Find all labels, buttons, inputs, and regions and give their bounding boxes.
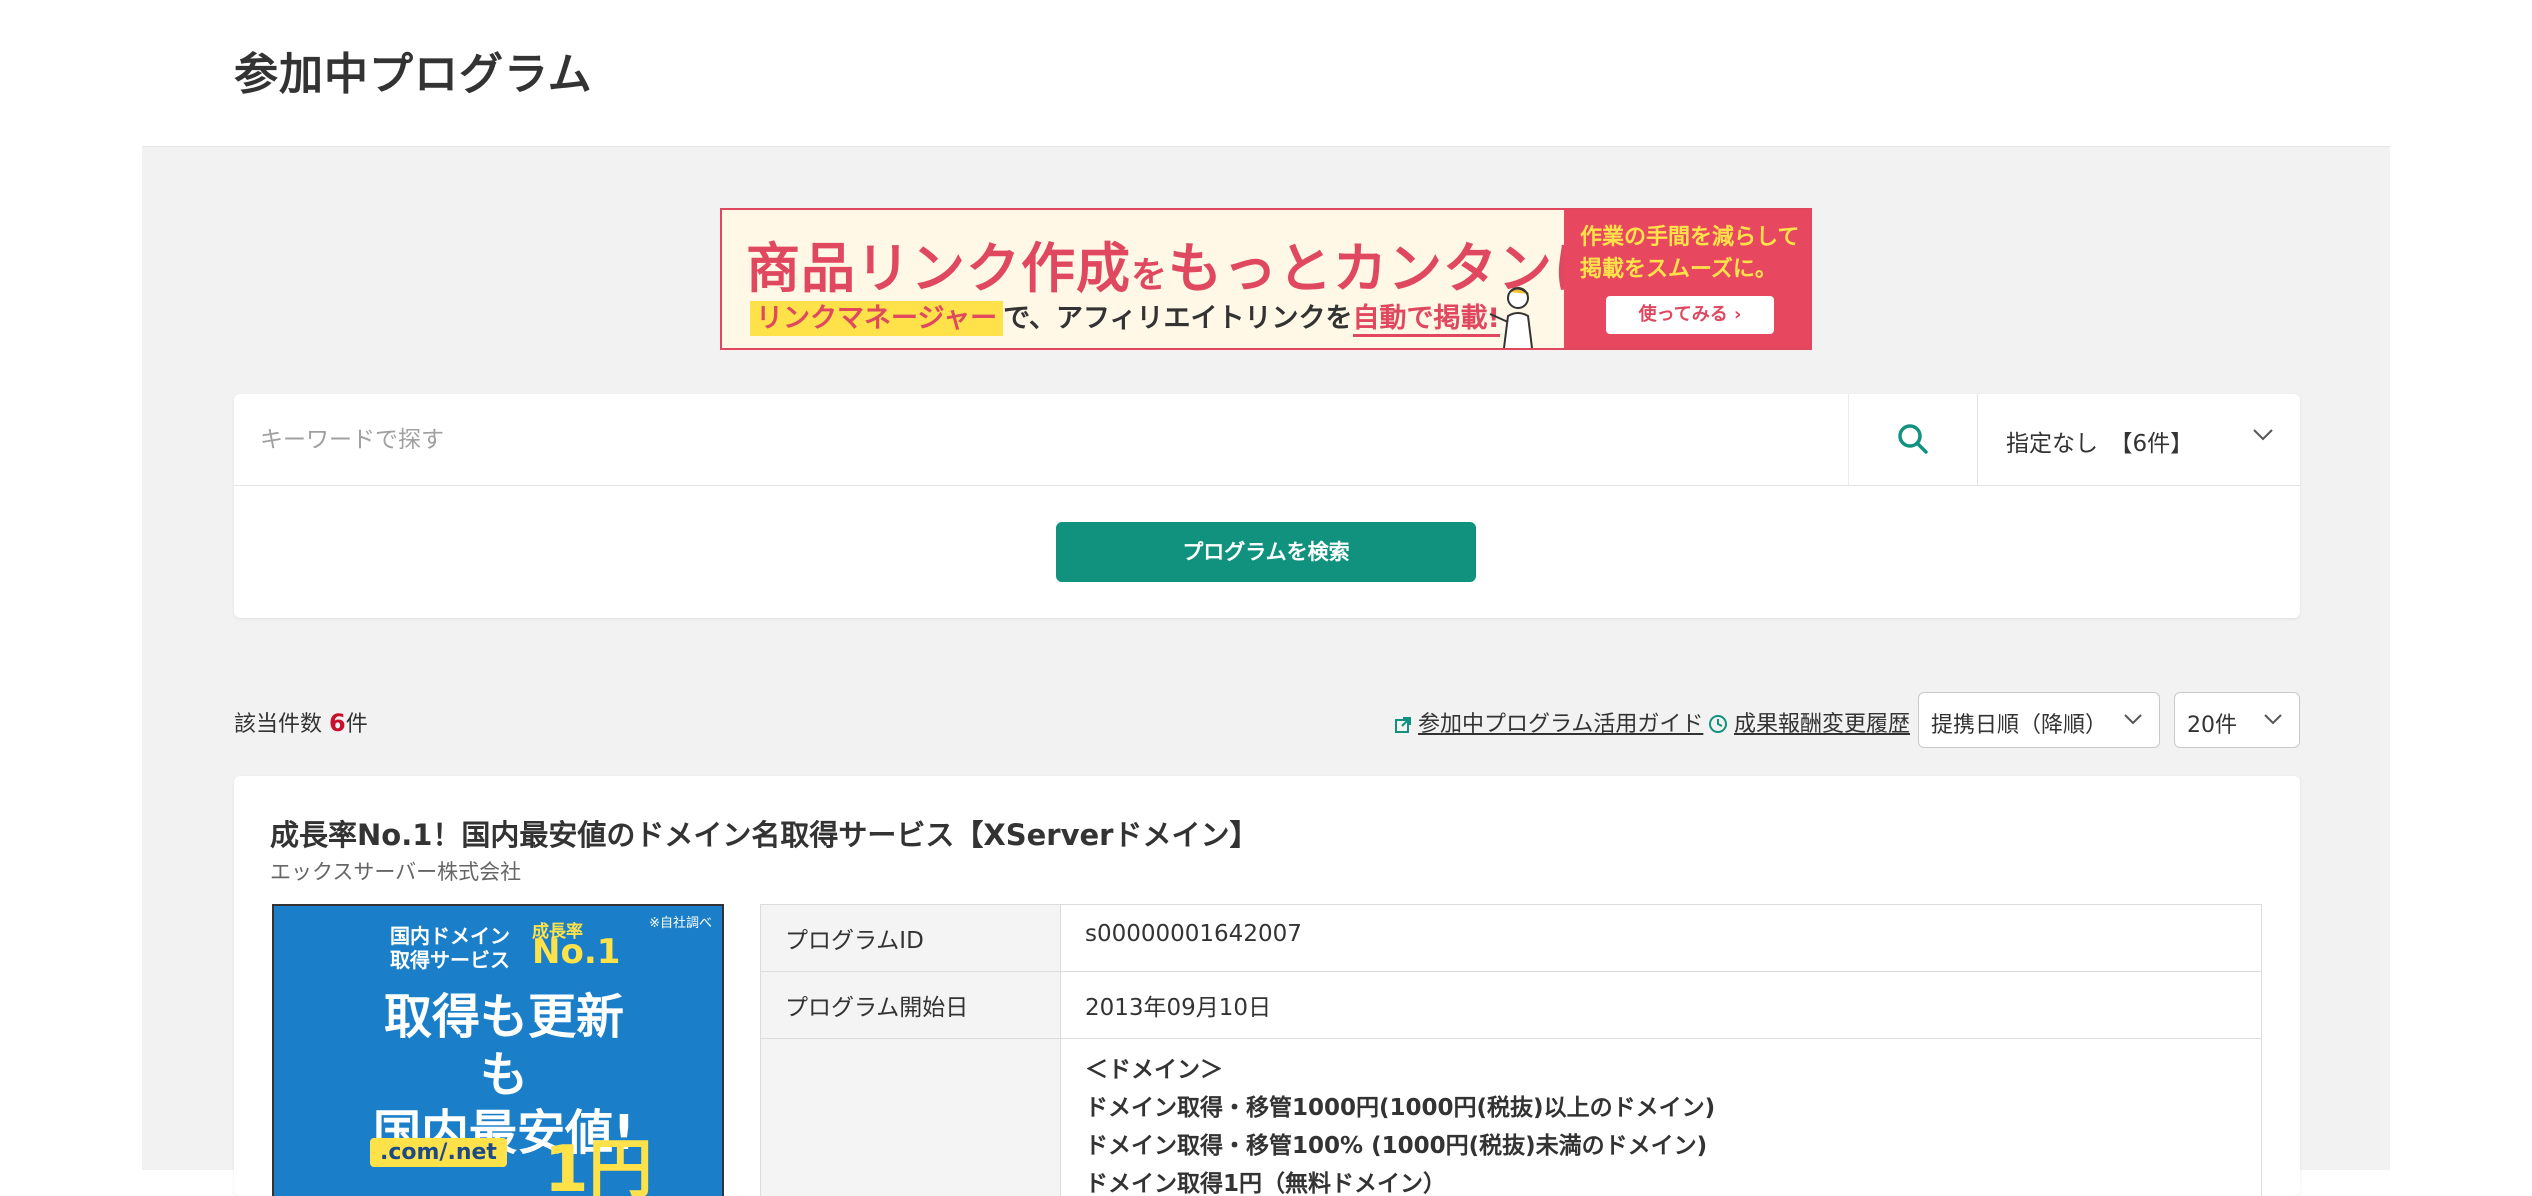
image-caption: 国内ドメイン 取得サービス xyxy=(390,924,510,972)
banner-try-button[interactable]: 使ってみる › xyxy=(1606,296,1774,334)
program-filter-select[interactable]: 指定なし 【6件】 xyxy=(1978,394,2300,486)
sort-order-select[interactable]: 提携日順（降順） xyxy=(1918,692,2160,748)
link-manager-banner[interactable]: 商品リンク作成をもっとカンタンに! リンクマネージャーで、アフィリエイトリンクを… xyxy=(720,208,1812,350)
chevron-down-icon xyxy=(2123,713,2143,727)
table-row: ＜ドメイン＞ ドメイン取得・移管1000円(1000円(税抜)以上のドメイン) … xyxy=(761,1039,2262,1196)
banner-subtext: リンクマネージャーで、アフィリエイトリンクを自動で掲載! xyxy=(750,296,1500,335)
chevron-down-icon xyxy=(2252,428,2274,442)
program-start-date-value: 2013年09月10日 xyxy=(1061,972,2262,1039)
image-price: 1円 xyxy=(544,1118,653,1196)
page-title: 参加中プログラム xyxy=(234,38,593,102)
row-label: プログラムID xyxy=(761,905,1061,972)
row-label xyxy=(761,1039,1061,1196)
banner-right-text: 作業の手間を減らして 掲載をスムーズに。 xyxy=(1580,222,1799,286)
page-header: 参加中プログラム xyxy=(0,0,2532,146)
reward-details-value: ＜ドメイン＞ ドメイン取得・移管1000円(1000円(税抜)以上のドメイン) … xyxy=(1061,1039,2262,1196)
per-page-select[interactable]: 20件 xyxy=(2174,692,2300,748)
reward-history-link[interactable]: 成果報酬変更履歴 xyxy=(1708,706,1910,738)
table-row: プログラム開始日 2013年09月10日 xyxy=(761,972,2262,1039)
search-card: 指定なし 【6件】 プログラムを検索 xyxy=(234,394,2300,618)
search-row: 指定なし 【6件】 xyxy=(234,394,2300,486)
program-details-table: プログラムID s00000001642007 プログラム開始日 2013年09… xyxy=(760,904,2262,1196)
program-card: 成長率No.1！国内最安値のドメイン名取得サービス【XServerドメイン】 エ… xyxy=(234,776,2300,1196)
result-count: 該当件数 6件 xyxy=(234,706,368,738)
row-label: プログラム開始日 xyxy=(761,972,1061,1039)
image-note: ※自社調べ xyxy=(649,912,712,931)
program-company: エックスサーバー株式会社 xyxy=(270,856,521,886)
external-link-icon xyxy=(1394,716,1412,734)
filter-selected-value: 指定なし 【6件】 xyxy=(2006,424,2193,458)
program-title[interactable]: 成長率No.1！国内最安値のドメイン名取得サービス【XServerドメイン】 xyxy=(270,812,1258,854)
banner-left: 商品リンク作成をもっとカンタンに! リンクマネージャーで、アフィリエイトリンクを… xyxy=(722,210,1564,348)
search-icon xyxy=(1895,421,1931,457)
person-illustration-icon xyxy=(1482,284,1542,348)
image-no1-badge: 成長率 No.1 xyxy=(532,922,620,962)
program-search-button[interactable]: プログラムを検索 xyxy=(1056,522,1476,582)
chevron-down-icon xyxy=(2263,713,2283,727)
banner-right-panel: 作業の手間を減らして 掲載をスムーズに。 使ってみる › xyxy=(1564,210,1812,348)
program-banner-image[interactable]: 国内ドメイン 取得サービス 成長率 No.1 ※自社調べ 取得も更新も 国内最安… xyxy=(272,904,724,1196)
program-guide-link[interactable]: 参加中プログラム活用ガイド xyxy=(1394,706,1703,738)
table-row: プログラムID s00000001642007 xyxy=(761,905,2262,972)
clock-icon xyxy=(1708,714,1728,734)
search-button[interactable] xyxy=(1848,394,1978,486)
program-id-value: s00000001642007 xyxy=(1061,905,2262,972)
keyword-search-input[interactable] xyxy=(234,394,1848,486)
image-tld-label: .com/.net xyxy=(370,1138,507,1167)
